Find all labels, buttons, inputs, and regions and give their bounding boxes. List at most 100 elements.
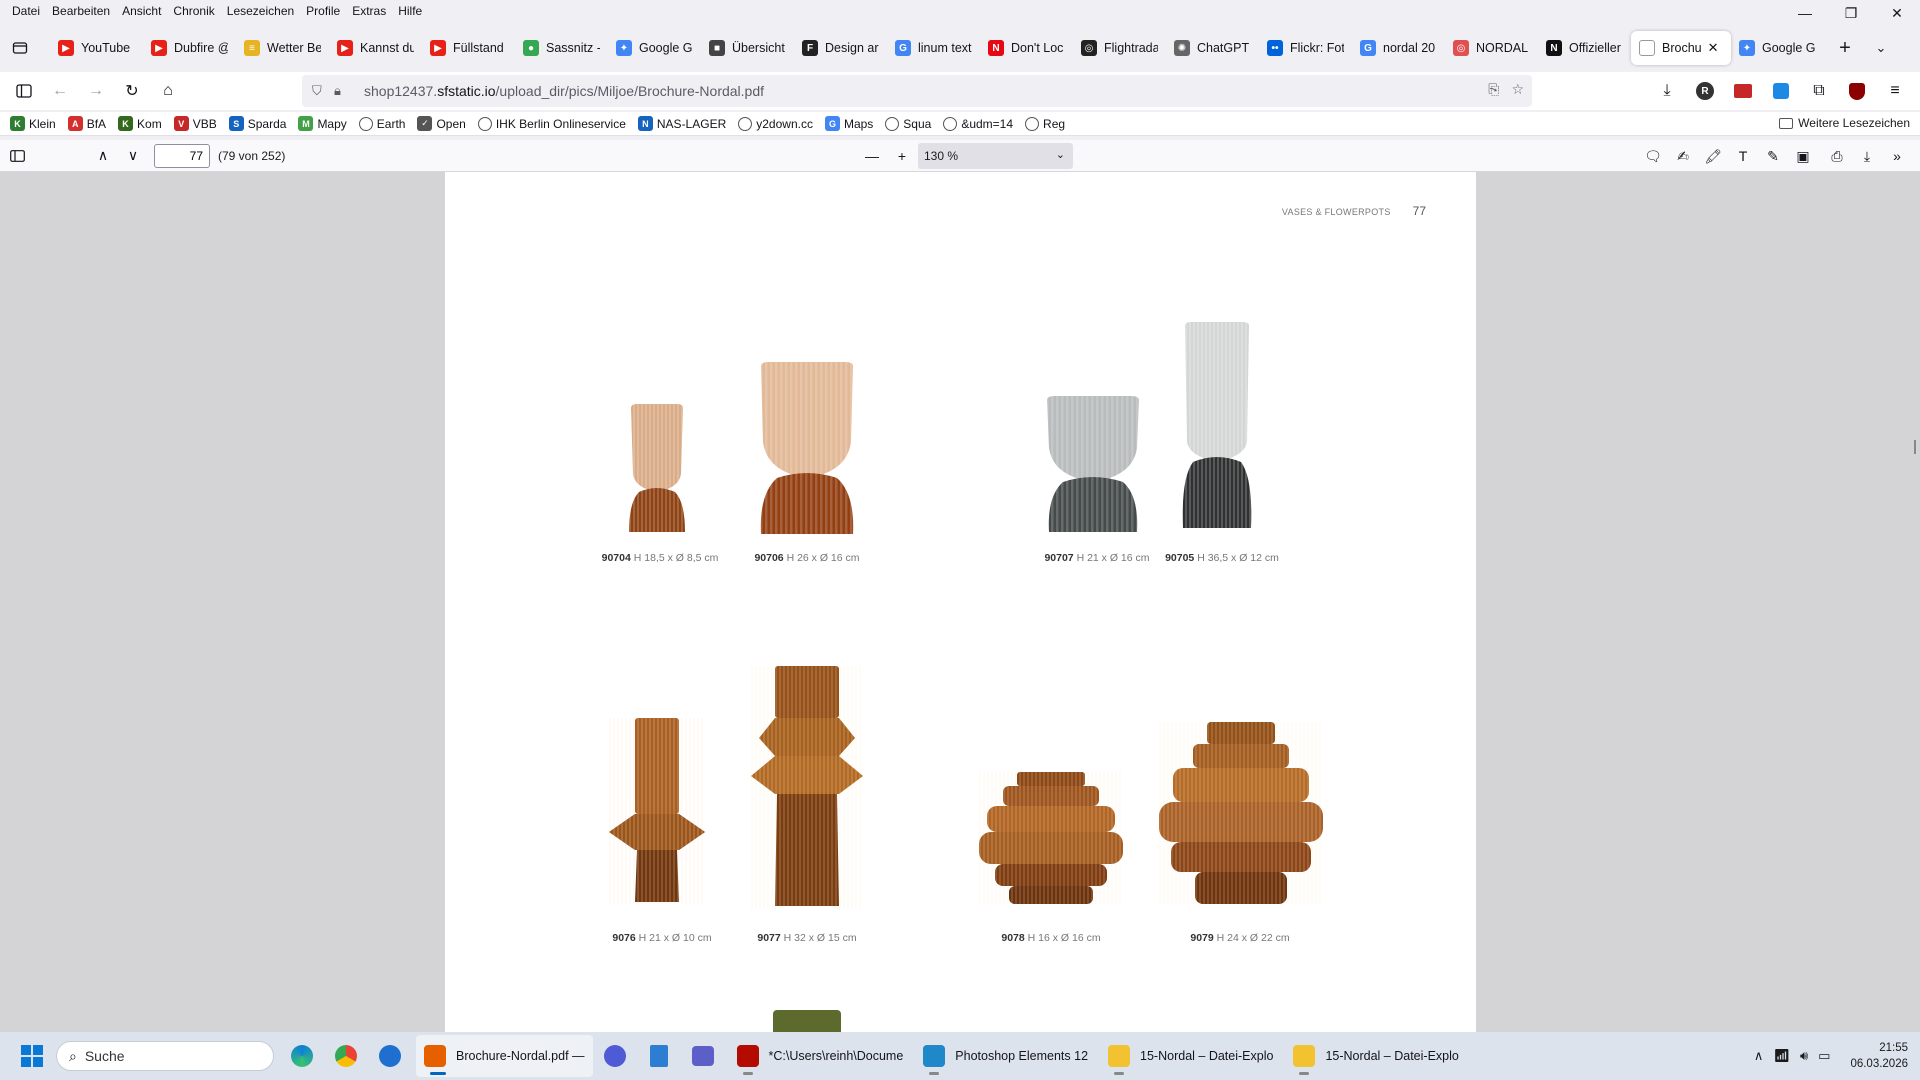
bookmark-1[interactable]: A BfA xyxy=(67,116,106,131)
lock-icon[interactable]: 🔒︎ xyxy=(334,83,356,99)
image-icon[interactable]: ▣ xyxy=(1788,142,1818,170)
bookmark-6[interactable]: Earth xyxy=(358,116,405,131)
windows-start-icon[interactable] xyxy=(10,1034,54,1078)
menu-ansicht[interactable]: Ansicht xyxy=(116,4,167,18)
tab-16[interactable]: N Offizieller xyxy=(1538,31,1631,65)
reader-view-icon[interactable]: ⎘ xyxy=(1488,81,1499,98)
tab-3[interactable]: ▶ Kannst du xyxy=(329,31,422,65)
teams-icon[interactable] xyxy=(681,1034,725,1078)
bookmark-10[interactable]: y2down.cc xyxy=(738,116,813,131)
volume-icon[interactable]: 🔊︎ xyxy=(1800,1048,1808,1064)
print-icon[interactable]: ⎙ xyxy=(1822,142,1852,170)
bookmark-star-icon[interactable]: ☆ xyxy=(1511,81,1524,98)
page-number-input[interactable] xyxy=(154,143,210,168)
extension-new-icon[interactable] xyxy=(1724,75,1762,107)
more-tools-icon[interactable]: » xyxy=(1882,142,1912,170)
taskbar-app-1[interactable]: *C:\Users\reinh\Docume xyxy=(729,1035,912,1077)
tab-14[interactable]: Gnordal 20 xyxy=(1352,31,1445,65)
forward-button[interactable]: → xyxy=(78,75,114,107)
tab-4[interactable]: ▶ Füllstand xyxy=(422,31,515,65)
tab-1[interactable]: ▶ Dubfire @ xyxy=(143,31,236,65)
tab-17[interactable]: Brochu ✕ xyxy=(1631,31,1731,65)
draw-icon[interactable]: ✎ xyxy=(1758,142,1788,170)
tab-2[interactable]: ≡ Wetter Be xyxy=(236,31,329,65)
bookmark-8[interactable]: IHK Berlin Onlineservice xyxy=(477,116,626,131)
tab-11[interactable]: ◎ Flightrada xyxy=(1073,31,1166,65)
bookmark-0[interactable]: K Klein xyxy=(10,116,56,131)
bookmark-9[interactable]: N NAS-LAGER xyxy=(637,116,726,131)
menu-chronik[interactable]: Chronik xyxy=(167,4,220,18)
menu-profile[interactable]: Profile xyxy=(300,4,346,18)
firefox-view-icon[interactable] xyxy=(8,36,32,60)
menu-extras[interactable]: Extras xyxy=(346,4,392,18)
chevron-up-icon[interactable]: ∧ xyxy=(1754,1048,1764,1064)
extension-r-icon[interactable]: R xyxy=(1686,75,1724,107)
taskbar-app-4[interactable]: 15-Nordal – Datei-Explo xyxy=(1285,1035,1466,1077)
reload-button[interactable]: ↻ xyxy=(114,75,150,107)
tracking-shield-icon[interactable]: ⛉ xyxy=(312,83,334,99)
chrome-icon[interactable] xyxy=(324,1034,368,1078)
zoom-in-icon[interactable]: + xyxy=(887,142,917,170)
bookmark-12[interactable]: Squa xyxy=(885,116,931,131)
tab-15[interactable]: ◎ NORDAL xyxy=(1445,31,1538,65)
highlight-icon[interactable]: 🖍︎ xyxy=(1698,142,1728,170)
list-all-tabs-icon[interactable]: ⌄ xyxy=(1866,33,1896,63)
battery-icon[interactable]: ▭ xyxy=(1818,1048,1830,1064)
tab-9[interactable]: Glinum text xyxy=(887,31,980,65)
menu-bearbeiten[interactable]: Bearbeiten xyxy=(46,4,116,18)
next-page-icon[interactable]: ∨ xyxy=(118,142,148,170)
taskbar-app-0[interactable]: Brochure-Nordal.pdf — xyxy=(416,1035,593,1077)
menu-hilfe[interactable]: Hilfe xyxy=(392,4,428,18)
zoom-select[interactable]: 130 % ⌄ xyxy=(918,143,1073,169)
downloads-icon[interactable]: ⤓ xyxy=(1648,75,1686,107)
back-button[interactable]: ← xyxy=(42,75,78,107)
other-bookmarks[interactable]: Weitere Lesezeichen xyxy=(1779,116,1910,130)
extensions-puzzle-icon[interactable]: ⧉ xyxy=(1800,75,1838,107)
tab-18[interactable]: ✦ Google G xyxy=(1731,31,1824,65)
pdf-viewer[interactable]: VASES & FLOWERPOTS 77 90704 H 18,5 x Ø 8… xyxy=(0,172,1920,1032)
tab-8[interactable]: F Design ar xyxy=(794,31,887,65)
zoom-out-icon[interactable]: — xyxy=(857,142,887,170)
tab-12[interactable]: ✺ ChatGPT xyxy=(1166,31,1259,65)
restore-button[interactable]: ❐ xyxy=(1828,0,1874,26)
close-window-button[interactable]: ✕ xyxy=(1874,0,1920,26)
notepad-icon[interactable] xyxy=(637,1034,681,1078)
extension-translate-icon[interactable] xyxy=(1762,75,1800,107)
bookmark-14[interactable]: Reg xyxy=(1025,116,1065,131)
bookmark-3[interactable]: V VBB xyxy=(173,116,217,131)
browser-blue-icon[interactable] xyxy=(368,1034,412,1078)
pdf-sidebar-toggle-icon[interactable] xyxy=(2,142,32,170)
bookmark-4[interactable]: S Sparda xyxy=(228,116,286,131)
taskbar-app-3[interactable]: 15-Nordal – Datei-Explo xyxy=(1100,1035,1281,1077)
home-icon[interactable]: ⌂ xyxy=(150,75,186,107)
bookmark-2[interactable]: K Kom xyxy=(118,116,162,131)
previous-page-icon[interactable]: ∧ xyxy=(88,142,118,170)
app-menu-icon[interactable]: ≡ xyxy=(1876,75,1914,107)
app-circle-icon[interactable] xyxy=(593,1034,637,1078)
save-icon[interactable]: ⤓ xyxy=(1852,142,1882,170)
close-tab-icon[interactable]: ✕ xyxy=(1708,40,1719,56)
signature-icon[interactable]: ✍︎ xyxy=(1668,142,1698,170)
taskbar-search[interactable]: ⌕ Suche xyxy=(56,1041,274,1071)
tab-13[interactable]: •• Flickr: Fot xyxy=(1259,31,1352,65)
tab-7[interactable]: ■ Übersicht xyxy=(701,31,794,65)
tab-6[interactable]: ✦ Google G xyxy=(608,31,701,65)
comment-icon[interactable]: 🗨︎ xyxy=(1638,142,1668,170)
bookmark-7[interactable]: ✓ Open xyxy=(417,116,466,131)
menu-lesezeichen[interactable]: Lesezeichen xyxy=(221,4,300,18)
new-tab-button[interactable]: + xyxy=(1830,33,1860,63)
edge-icon[interactable] xyxy=(280,1034,324,1078)
bookmark-13[interactable]: &udm=14 xyxy=(943,116,1013,131)
wifi-icon[interactable]: 📶︎ xyxy=(1773,1048,1790,1064)
tab-0[interactable]: ▶ YouTube xyxy=(50,31,143,65)
tab-5[interactable]: ● Sassnitz - xyxy=(515,31,608,65)
bookmark-11[interactable]: G Maps xyxy=(824,116,873,131)
taskbar-app-2[interactable]: Photoshop Elements 12 xyxy=(915,1035,1096,1077)
clock[interactable]: 21:55 06.03.2026 xyxy=(1850,1040,1908,1072)
address-bar[interactable]: ⛉ 🔒︎ shop12437.sfstatic.io/upload_dir/pi… xyxy=(302,75,1532,107)
minimize-button[interactable]: — xyxy=(1782,0,1828,26)
ublock-icon[interactable] xyxy=(1838,75,1876,107)
bookmark-5[interactable]: M Mapy xyxy=(298,116,347,131)
url-text[interactable]: shop12437.sfstatic.io/upload_dir/pics/Mi… xyxy=(364,83,764,99)
menu-datei[interactable]: Datei xyxy=(6,4,46,18)
